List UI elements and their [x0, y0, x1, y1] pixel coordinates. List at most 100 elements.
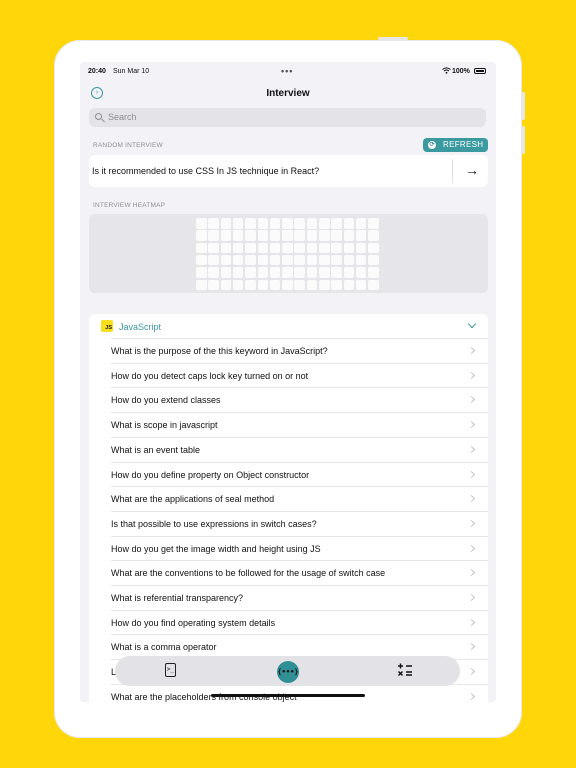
heatmap-cell	[208, 242, 219, 254]
heatmap-cell	[208, 267, 219, 278]
arrow-right-icon[interactable]: →	[465, 162, 479, 178]
heatmap-cell	[294, 230, 305, 241]
heatmap-cell	[331, 254, 342, 266]
heatmap-cell	[269, 279, 281, 290]
heatmap-cell	[257, 267, 268, 278]
random-question-card[interactable]: Is it recommended to use CSS In JS techn…	[89, 155, 488, 187]
heatmap-cell	[232, 230, 244, 241]
question-row[interactable]: How do you detect caps lock key turned o…	[111, 362, 488, 388]
heatmap-cell	[220, 230, 232, 241]
heatmap-cell	[319, 267, 330, 278]
heatmap-cell	[355, 267, 367, 278]
question-text: How do you extend classes	[111, 395, 221, 406]
terminal-icon: >_	[165, 663, 176, 677]
side-button	[522, 92, 525, 120]
chevron-right-icon	[467, 396, 476, 404]
heatmap-cell	[220, 267, 232, 278]
heatmap-cell	[355, 242, 367, 254]
question-text: What is referential transparency?	[111, 593, 244, 603]
heatmap-cell	[232, 242, 244, 254]
code-icon: {•••}	[277, 661, 299, 683]
heatmap-cell	[355, 254, 367, 266]
refresh-button[interactable]: ⟳ REFRESH	[423, 138, 488, 152]
question-row[interactable]: What is the purpose of the this keyword …	[111, 338, 488, 363]
heatmap-cell	[319, 242, 330, 254]
heatmap-cell	[331, 218, 342, 229]
heatmap-cell	[282, 254, 293, 266]
question-row[interactable]: What is referential transparency?	[111, 585, 488, 610]
question-row[interactable]: What are the applications of seal method	[111, 486, 488, 511]
chevron-down-icon[interactable]	[467, 319, 477, 329]
question-text: How do you find operating system details	[111, 617, 276, 628]
question-row[interactable]: How do you extend classes	[111, 387, 488, 412]
chevron-right-icon	[467, 618, 476, 626]
heatmap-cell	[319, 279, 330, 290]
category-header[interactable]: JS JavaScript	[89, 314, 488, 338]
heatmap-cell	[368, 242, 379, 254]
search-placeholder: Search	[108, 112, 137, 122]
tab-terminal[interactable]: >_	[161, 661, 181, 681]
heatmap-cell	[343, 230, 355, 241]
heatmap-cell	[343, 267, 355, 278]
calculator-icon	[398, 663, 412, 676]
random-interview-label: RANDOM INTERVIEW	[93, 142, 163, 149]
category-card: JS JavaScript What is the purpose of the…	[89, 314, 488, 702]
heatmap-cell	[196, 218, 207, 229]
chevron-right-icon	[467, 519, 476, 527]
heatmap-cell	[331, 242, 342, 254]
heatmap-cell	[306, 242, 318, 254]
interview-heatmap	[89, 214, 488, 293]
refresh-icon: ⟳	[428, 141, 436, 149]
page-title: Interview	[266, 88, 310, 99]
random-question-text: Is it recommended to use CSS In JS techn…	[92, 166, 320, 176]
question-row[interactable]: How do you get the image width and heigh…	[111, 535, 488, 561]
top-button	[378, 37, 408, 40]
heatmap-cell	[245, 267, 256, 278]
question-row[interactable]: What are the placeholders from console o…	[111, 683, 488, 702]
chevron-right-icon	[467, 371, 476, 379]
tab-calculator[interactable]	[395, 661, 415, 681]
heatmap-cell	[319, 230, 330, 241]
heatmap-cell	[208, 279, 219, 290]
heatmap-cell	[232, 279, 244, 290]
search-input[interactable]: Search	[89, 108, 486, 127]
heatmap-cell	[257, 242, 268, 254]
chevron-right-icon	[467, 445, 476, 453]
heatmap-cell	[319, 218, 330, 229]
heatmap-cell	[269, 267, 281, 278]
question-row[interactable]: How do you find operating system details	[111, 609, 488, 635]
tab-bar: >_ {•••}	[115, 656, 460, 686]
heatmap-cell	[294, 242, 305, 254]
question-row[interactable]: What is scope in javascript	[111, 412, 488, 437]
question-row[interactable]: Is that possible to use expressions in s…	[111, 510, 488, 536]
question-row[interactable]: How do you define property on Object con…	[111, 461, 488, 487]
multitasking-dots-icon[interactable]: •••	[281, 66, 293, 76]
battery-icon	[474, 68, 486, 74]
heatmap-cell	[208, 254, 219, 266]
heatmap-cell	[331, 267, 342, 278]
heatmap-cell	[368, 218, 379, 229]
heatmap-cell	[368, 267, 379, 278]
question-row[interactable]: What is an event table	[111, 436, 488, 462]
question-row[interactable]: What are the conventions to be followed …	[111, 560, 488, 585]
heatmap-cell	[282, 230, 293, 241]
heatmap-cell	[331, 230, 342, 241]
chevron-right-icon	[467, 668, 476, 676]
heatmap-cell	[368, 279, 379, 290]
heatmap-cell	[208, 230, 219, 241]
chevron-right-icon	[467, 643, 476, 651]
heatmap-cell	[232, 254, 244, 266]
chevron-right-icon	[467, 593, 476, 602]
tab-code[interactable]: {•••}	[277, 661, 299, 683]
chevron-right-icon	[467, 346, 476, 355]
heatmap-cell	[257, 254, 268, 266]
heatmap-cell	[245, 218, 256, 229]
heatmap-cell	[269, 254, 281, 266]
heatmap-cell	[220, 242, 232, 254]
heatmap-cell	[245, 230, 256, 241]
heatmap-cell	[306, 254, 318, 266]
heatmap-cell	[282, 242, 293, 254]
question-text: Is that possible to use expressions in s…	[111, 518, 317, 529]
javascript-logo-icon: JS	[101, 320, 113, 332]
heatmap-cell	[294, 218, 305, 229]
